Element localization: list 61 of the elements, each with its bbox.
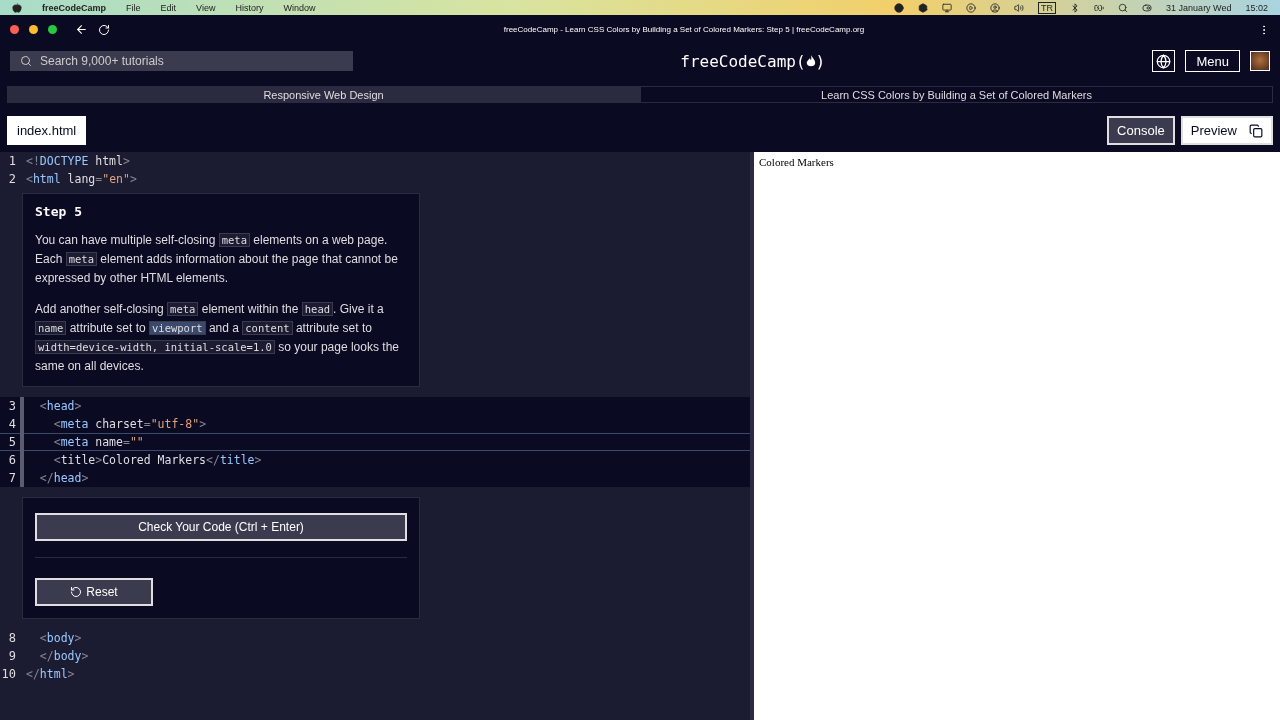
line-number: 10	[0, 667, 16, 681]
flame-icon	[805, 54, 816, 68]
apple-icon[interactable]	[12, 2, 22, 13]
menu-item[interactable]: History	[235, 2, 264, 13]
monitor-icon[interactable]	[942, 2, 953, 13]
line-number: 3	[7, 399, 16, 413]
code-line[interactable]: 10 </html>	[0, 665, 750, 683]
menu-item[interactable]: View	[196, 2, 216, 13]
record-icon[interactable]	[894, 2, 905, 13]
line-number: 2	[7, 172, 16, 186]
instruction-text: You can have multiple self-closing meta elements on a web page. Each meta element adds information about the page that cannot be expressed by other HTML elements.	[35, 232, 399, 287]
line-number: 6	[7, 453, 16, 467]
check-code-button[interactable]: Check Your Code (Ctrl + Enter)	[35, 513, 407, 541]
line-number: 9	[7, 649, 16, 663]
close-icon[interactable]	[10, 25, 19, 34]
file-tab[interactable]: index.html	[7, 116, 87, 145]
minimize-icon[interactable]	[29, 25, 38, 34]
code-line[interactable]: 9 </body>	[0, 647, 750, 665]
breadcrumb-link[interactable]: Learn CSS Colors by Building a Set of Colored Markers	[640, 86, 1273, 103]
logo[interactable]: freeCodeCamp( )	[363, 51, 1143, 71]
search-icon[interactable]	[1118, 2, 1129, 13]
user-icon[interactable]	[990, 2, 1001, 13]
language-button[interactable]	[1152, 50, 1176, 72]
line-number: 8	[7, 631, 16, 645]
window-title: freeCodeCamp - Learn CSS Colors by Building a Set of Colored Markers: Step 5 | freeCodeCamp.org	[502, 25, 866, 34]
breadcrumb-link[interactable]: Responsive Web Design	[7, 86, 640, 103]
line-number: 7	[7, 471, 16, 485]
reset-icon	[70, 586, 83, 598]
app-menu[interactable]: freeCodeCamp	[42, 2, 106, 13]
line-number: 4	[7, 417, 16, 431]
reset-button[interactable]: Reset	[35, 578, 153, 606]
code-line[interactable]: 2 <html lang="en">	[0, 170, 750, 188]
code-line[interactable]: 8 <body>	[0, 629, 750, 647]
search-field[interactable]: Search 9,000+ tutorials	[10, 51, 353, 71]
volume-icon[interactable]	[1014, 2, 1025, 13]
menu-time[interactable]: 15:02	[1245, 2, 1268, 13]
search-icon	[20, 55, 32, 67]
battery-icon[interactable]	[1094, 2, 1105, 13]
step-title: Step 5	[35, 204, 83, 219]
menu-item[interactable]: Window	[283, 2, 316, 13]
preview-text: Colored Markers	[759, 156, 835, 168]
preview-button[interactable]: Preview	[1180, 116, 1273, 145]
hexagon-icon[interactable]	[918, 2, 929, 13]
line-number: 5	[7, 435, 16, 449]
reload-icon[interactable]	[98, 23, 110, 36]
bluetooth-icon[interactable]	[1070, 2, 1081, 13]
play-icon[interactable]	[966, 2, 977, 13]
code-line[interactable]: 1 <!DOCTYPE html>	[0, 152, 750, 170]
zoom-icon[interactable]	[48, 25, 57, 34]
line-number: 1	[7, 154, 16, 168]
menu-date[interactable]: 31 January Wed	[1166, 2, 1232, 13]
control-center-icon[interactable]	[1142, 2, 1153, 13]
instruction-text: Add another self-closing meta element within the head . Give it a name attribute set to viewport and a content attribute set to width=device-width, initial-scale=1.0 so your page looks the same on all devices.	[35, 301, 400, 375]
console-button[interactable]: Console	[1107, 116, 1175, 145]
avatar[interactable]	[1250, 51, 1270, 71]
copy-icon	[1249, 123, 1263, 138]
input-source[interactable]: TR	[1038, 1, 1057, 14]
menu-button[interactable]: Menu	[1185, 50, 1240, 72]
menu-item[interactable]: File	[126, 2, 141, 13]
menu-item[interactable]: Edit	[160, 2, 177, 13]
back-icon[interactable]	[75, 23, 88, 36]
